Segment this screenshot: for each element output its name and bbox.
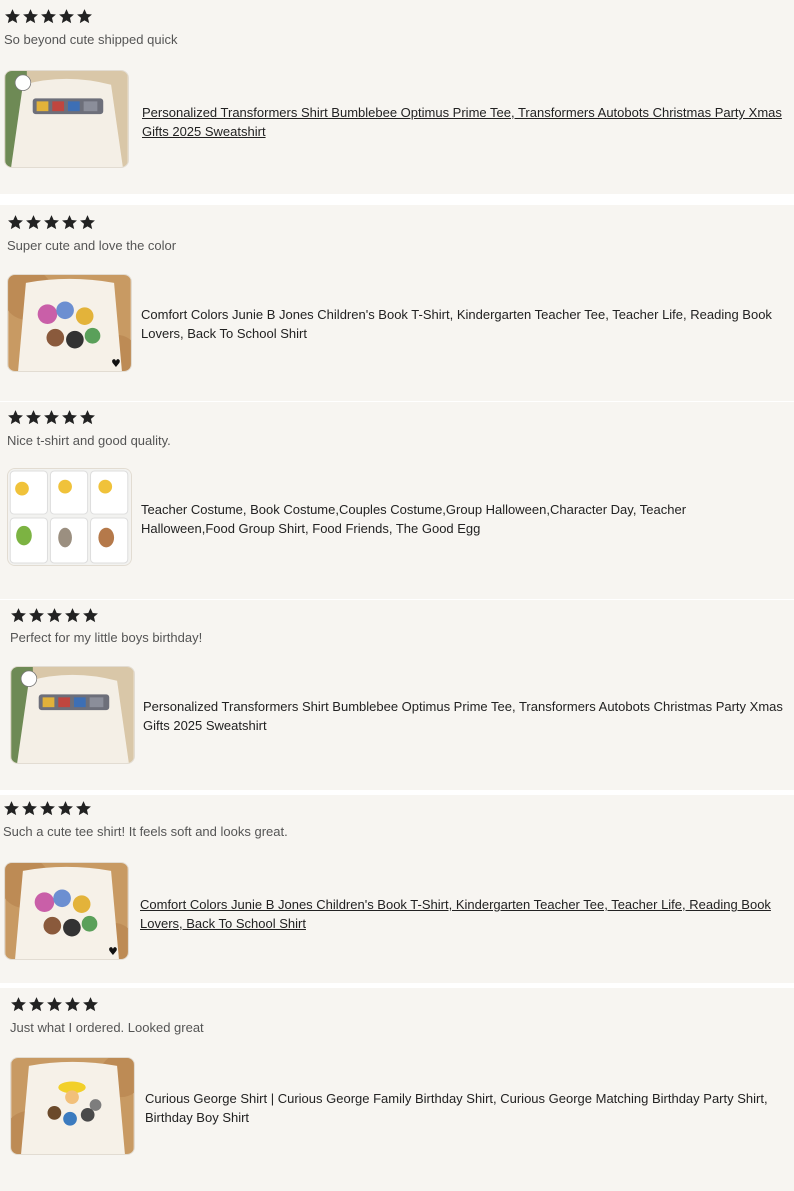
review-text: Perfect for my little boys birthday!: [10, 630, 203, 645]
star-rating: [7, 214, 96, 236]
star-icon: [80, 410, 95, 425]
star-icon: [11, 608, 26, 623]
curious-george-shirt-image: [11, 1058, 134, 1154]
star-icon: [83, 608, 98, 623]
product-title[interactable]: Curious George Shirt | Curious George Fa…: [145, 1089, 785, 1127]
review-card: Just what I ordered. Looked great Curiou…: [0, 988, 794, 1191]
star-rating: [3, 800, 92, 822]
star-icon: [59, 9, 74, 24]
star-icon: [58, 801, 73, 816]
review-card: So beyond cute shipped quick Personalize…: [0, 0, 794, 194]
transformers-shirt-image: [5, 71, 128, 167]
star-icon: [26, 410, 41, 425]
svg-text:♥: ♥: [108, 945, 118, 958]
review-card: Nice t-shirt and good quality. Teacher C…: [0, 402, 794, 599]
star-icon: [44, 215, 59, 230]
star-rating: [10, 996, 99, 1018]
star-icon: [4, 801, 19, 816]
star-rating: [4, 8, 93, 30]
star-icon: [11, 997, 26, 1012]
transformers-shirt-image: [11, 667, 134, 763]
star-icon: [23, 9, 38, 24]
star-icon: [44, 410, 59, 425]
star-icon: [5, 9, 20, 24]
star-icon: [8, 410, 23, 425]
star-icon: [47, 608, 62, 623]
product-thumbnail[interactable]: [7, 468, 132, 566]
star-icon: [8, 215, 23, 230]
junie-b-jones-shirt-image: ♥: [5, 863, 128, 959]
product-title[interactable]: Personalized Transformers Shirt Bumblebe…: [143, 697, 783, 735]
product-thumbnail[interactable]: [10, 1057, 135, 1155]
review-text: Nice t-shirt and good quality.: [7, 433, 171, 448]
star-icon: [80, 215, 95, 230]
product-thumbnail[interactable]: [10, 666, 135, 764]
star-icon: [26, 215, 41, 230]
svg-text:♥: ♥: [111, 357, 121, 370]
review-text: So beyond cute shipped quick: [4, 32, 178, 47]
star-icon: [83, 997, 98, 1012]
review-text: Just what I ordered. Looked great: [10, 1020, 204, 1035]
product-thumbnail[interactable]: [4, 70, 129, 168]
star-icon: [47, 997, 62, 1012]
star-icon: [29, 997, 44, 1012]
product-title[interactable]: Teacher Costume, Book Costume,Couples Co…: [141, 500, 781, 538]
junie-b-jones-shirt-image: ♥: [8, 275, 131, 371]
star-icon: [29, 608, 44, 623]
product-title-link[interactable]: Personalized Transformers Shirt Bumblebe…: [142, 103, 782, 141]
product-thumbnail[interactable]: ♥: [7, 274, 132, 372]
product-thumbnail[interactable]: ♥: [4, 862, 129, 960]
star-icon: [76, 801, 91, 816]
review-card: Such a cute tee shirt! It feels soft and…: [0, 795, 794, 983]
star-icon: [41, 9, 56, 24]
star-icon: [22, 801, 37, 816]
star-icon: [65, 997, 80, 1012]
review-text: Super cute and love the color: [7, 238, 177, 253]
star-rating: [10, 607, 99, 629]
star-icon: [62, 215, 77, 230]
review-card: Super cute and love the color ♥ Comfort …: [0, 205, 794, 401]
product-title[interactable]: Comfort Colors Junie B Jones Children's …: [141, 305, 781, 343]
star-rating: [7, 409, 96, 431]
review-card: Perfect for my little boys birthday! Per…: [0, 600, 794, 790]
product-title-link[interactable]: Comfort Colors Junie B Jones Children's …: [140, 895, 780, 933]
review-text: Such a cute tee shirt! It feels soft and…: [3, 824, 288, 839]
star-icon: [62, 410, 77, 425]
food-group-shirts-image: [8, 469, 131, 565]
star-icon: [40, 801, 55, 816]
star-icon: [77, 9, 92, 24]
star-icon: [65, 608, 80, 623]
